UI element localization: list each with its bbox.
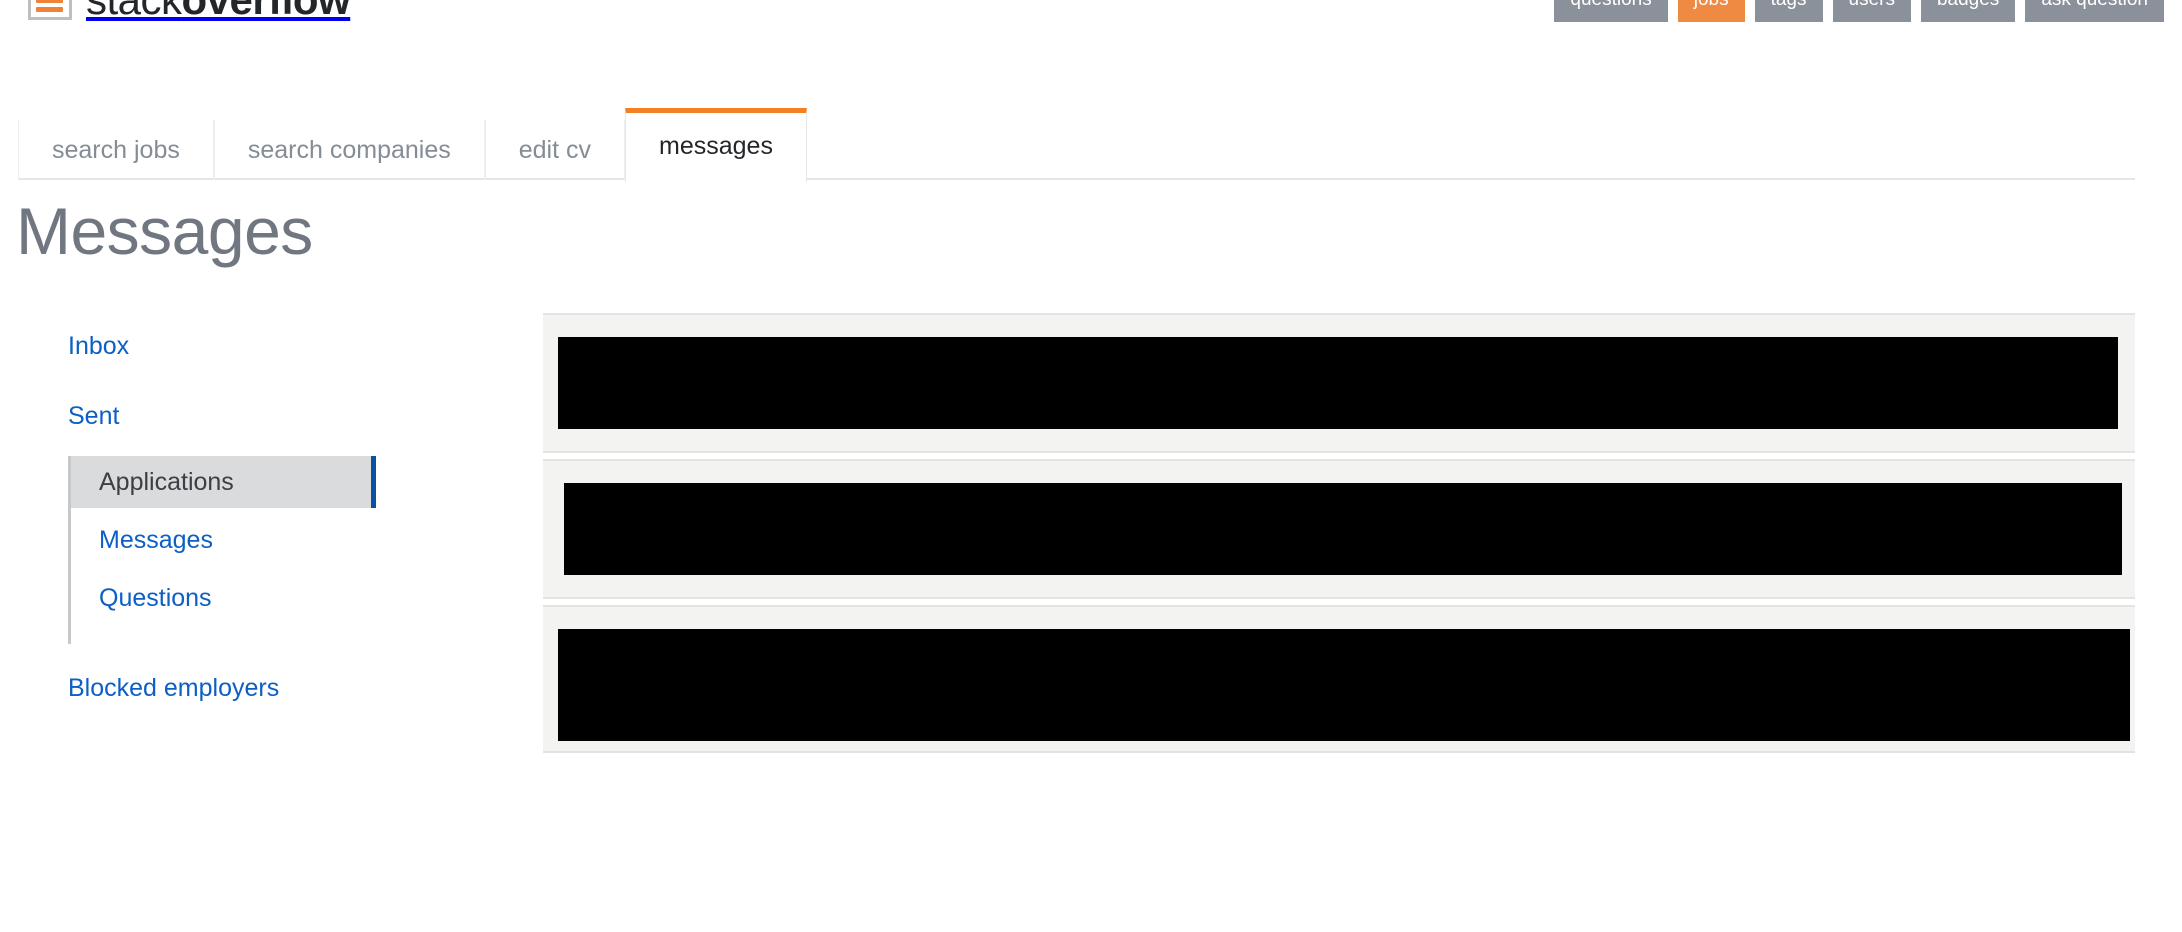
page-title: Messages xyxy=(16,194,313,268)
site-header: stackoverflow questions jobs tags users … xyxy=(0,0,2182,26)
nav-button-badges[interactable]: badges xyxy=(1920,0,2016,22)
sidebar-item-applications-label: Applications xyxy=(99,467,234,496)
top-navigation: questions jobs tags users badges ask que… xyxy=(1554,0,2164,22)
stack-overflow-logo-icon xyxy=(28,0,72,20)
tab-edit-cv[interactable]: edit cv xyxy=(484,120,626,180)
subgroup-spacer xyxy=(71,624,520,644)
sidebar-item-sent[interactable]: Sent xyxy=(68,402,520,430)
tab-search-companies[interactable]: search companies xyxy=(213,120,485,180)
brand-suffix: overflow xyxy=(182,0,351,23)
site-logo-link[interactable]: stackoverflow xyxy=(28,0,351,26)
sidebar-sent-subgroup: Applications Messages Questions xyxy=(68,456,520,644)
message-list xyxy=(543,313,2135,753)
sidebar-item-messages[interactable]: Messages xyxy=(71,514,520,566)
message-row[interactable] xyxy=(543,313,2135,453)
tab-search-jobs[interactable]: search jobs xyxy=(18,120,214,180)
redacted-content-block xyxy=(558,629,2130,741)
nav-button-users[interactable]: users xyxy=(1832,0,1911,22)
sidebar-item-questions[interactable]: Questions xyxy=(71,572,520,624)
tabs-list: search jobs search companies edit cv mes… xyxy=(18,104,807,182)
app-page: stackoverflow questions jobs tags users … xyxy=(0,0,2182,932)
sidebar-item-inbox[interactable]: Inbox xyxy=(68,332,520,360)
message-row[interactable] xyxy=(543,605,2135,753)
message-row[interactable] xyxy=(543,459,2135,599)
active-indicator-bar xyxy=(371,456,376,508)
tab-messages[interactable]: messages xyxy=(625,108,807,182)
nav-button-ask-question[interactable]: ask question xyxy=(2025,0,2164,22)
sidebar-item-applications[interactable]: Applications xyxy=(71,456,376,508)
section-tabs: search jobs search companies edit cv mes… xyxy=(0,104,2135,182)
redacted-content-block xyxy=(564,483,2122,575)
nav-button-jobs[interactable]: jobs xyxy=(1677,0,1745,22)
nav-button-questions[interactable]: questions xyxy=(1554,0,1668,22)
redacted-content-block xyxy=(558,337,2118,429)
brand-prefix: stack xyxy=(86,0,182,23)
messages-sidebar: Inbox Sent Applications Messages Questio… xyxy=(0,300,520,702)
sidebar-item-blocked-employers[interactable]: Blocked employers xyxy=(68,674,520,702)
brand-wordmark: stackoverflow xyxy=(86,0,351,23)
nav-button-tags[interactable]: tags xyxy=(1754,0,1823,22)
